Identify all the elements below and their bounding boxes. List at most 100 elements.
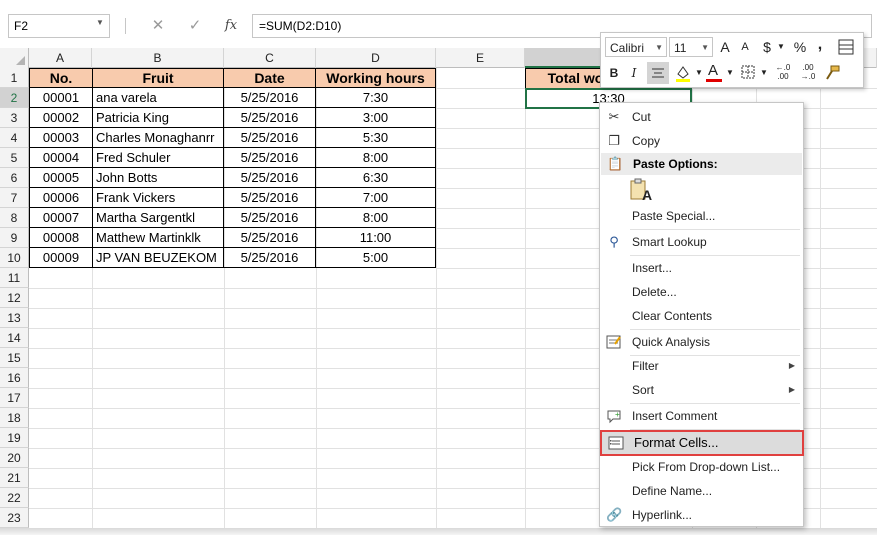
table-cell[interactable]: JP VAN BEUZEKOM bbox=[93, 248, 224, 268]
menu-item-clear-contents[interactable]: Clear Contents bbox=[600, 304, 803, 328]
chevron-down-icon[interactable]: ▼ bbox=[725, 63, 735, 83]
menu-item-quick-analysis[interactable]: Quick Analysis bbox=[600, 330, 803, 354]
table-cell[interactable]: 5/25/2016 bbox=[224, 208, 316, 228]
increase-decimal-icon[interactable]: ←.0 .00 bbox=[772, 63, 794, 83]
currency-icon[interactable]: $ bbox=[759, 37, 775, 57]
chevron-down-icon[interactable]: ▼ bbox=[759, 63, 769, 83]
chevron-down-icon[interactable]: ▼ bbox=[96, 18, 104, 27]
table-cell[interactable]: 00001 bbox=[29, 88, 93, 108]
row-header[interactable]: 10 bbox=[0, 248, 29, 268]
table-cell[interactable]: Frank Vickers bbox=[93, 188, 224, 208]
table-cell[interactable]: 5/25/2016 bbox=[224, 88, 316, 108]
table-cell[interactable]: 5/25/2016 bbox=[224, 108, 316, 128]
row-header[interactable]: 5 bbox=[0, 148, 29, 168]
table-cell[interactable]: 5/25/2016 bbox=[224, 188, 316, 208]
row-header[interactable]: 13 bbox=[0, 308, 29, 328]
row-header[interactable]: 15 bbox=[0, 348, 29, 368]
table-cell[interactable]: 5/25/2016 bbox=[224, 168, 316, 188]
row-header[interactable]: 9 bbox=[0, 228, 29, 248]
table-cell[interactable]: Martha Sargentkl bbox=[93, 208, 224, 228]
menu-item-cut[interactable]: ✂ Cut bbox=[600, 105, 803, 129]
fill-color-icon[interactable] bbox=[672, 62, 694, 84]
format-table-icon[interactable] bbox=[837, 38, 855, 56]
comma-style-icon[interactable]: , bbox=[813, 35, 827, 55]
column-header-e[interactable]: E bbox=[436, 48, 525, 68]
name-box[interactable]: F2 bbox=[8, 14, 110, 38]
table-cell[interactable]: 00004 bbox=[29, 148, 93, 168]
font-name-box[interactable]: Calibri ▼ bbox=[605, 37, 667, 57]
menu-item-paste-special[interactable]: Paste Special... bbox=[600, 204, 803, 228]
table-cell[interactable]: 00002 bbox=[29, 108, 93, 128]
table-cell[interactable]: 3:00 bbox=[316, 108, 436, 128]
table-cell[interactable]: 00008 bbox=[29, 228, 93, 248]
table-cell[interactable]: 5/25/2016 bbox=[224, 128, 316, 148]
row-header[interactable]: 2 bbox=[0, 88, 29, 108]
menu-item-insert-comment[interactable]: + Insert Comment bbox=[600, 404, 803, 428]
row-header[interactable]: 21 bbox=[0, 468, 29, 488]
table-header-cell[interactable]: Date bbox=[224, 68, 316, 88]
font-size-box[interactable]: 11 ▼ bbox=[669, 37, 713, 57]
menu-item-format-cells[interactable]: Format Cells... bbox=[600, 430, 804, 456]
table-cell[interactable]: 00007 bbox=[29, 208, 93, 228]
table-header-cell[interactable]: No. bbox=[29, 68, 93, 88]
menu-item-insert[interactable]: Insert... bbox=[600, 256, 803, 280]
table-cell[interactable]: Matthew Martinklk bbox=[93, 228, 224, 248]
bold-button[interactable]: B bbox=[605, 63, 623, 83]
row-header[interactable]: 11 bbox=[0, 268, 29, 288]
row-header[interactable]: 7 bbox=[0, 188, 29, 208]
paste-button[interactable]: A bbox=[628, 177, 658, 207]
row-header[interactable]: 19 bbox=[0, 428, 29, 448]
table-cell[interactable]: 11:00 bbox=[316, 228, 436, 248]
format-painter-icon[interactable] bbox=[821, 62, 843, 84]
table-cell[interactable]: John Botts bbox=[93, 168, 224, 188]
borders-icon[interactable] bbox=[738, 63, 758, 83]
column-header-b[interactable]: B bbox=[92, 48, 224, 68]
row-header[interactable]: 4 bbox=[0, 128, 29, 148]
column-header-a[interactable]: A bbox=[29, 48, 92, 68]
table-cell[interactable]: 00005 bbox=[29, 168, 93, 188]
row-header[interactable]: 6 bbox=[0, 168, 29, 188]
row-header[interactable]: 1 bbox=[0, 68, 29, 88]
percent-icon[interactable]: % bbox=[791, 37, 809, 57]
menu-item-copy[interactable]: ❐ Copy bbox=[600, 129, 803, 153]
select-all-corner[interactable] bbox=[0, 48, 29, 68]
menu-item-pick-from-list[interactable]: Pick From Drop-down List... bbox=[600, 455, 803, 479]
table-cell[interactable]: 7:30 bbox=[316, 88, 436, 108]
table-cell[interactable]: ana varela bbox=[93, 88, 224, 108]
align-center-icon[interactable] bbox=[647, 62, 669, 84]
table-cell[interactable]: 7:00 bbox=[316, 188, 436, 208]
row-header[interactable]: 8 bbox=[0, 208, 29, 228]
menu-item-delete[interactable]: Delete... bbox=[600, 280, 803, 304]
menu-item-smart-lookup[interactable]: ⚲ Smart Lookup bbox=[600, 230, 803, 254]
row-header[interactable]: 16 bbox=[0, 368, 29, 388]
row-header[interactable]: 22 bbox=[0, 488, 29, 508]
table-cell[interactable]: 5:00 bbox=[316, 248, 436, 268]
chevron-down-icon[interactable]: ▼ bbox=[776, 37, 786, 57]
table-cell[interactable]: 00006 bbox=[29, 188, 93, 208]
grow-font-icon[interactable]: A bbox=[716, 37, 734, 57]
decrease-decimal-icon[interactable]: .00 →.0 bbox=[797, 63, 819, 83]
table-cell[interactable]: Fred Schuler bbox=[93, 148, 224, 168]
menu-item-define-name[interactable]: Define Name... bbox=[600, 479, 803, 503]
table-cell[interactable]: Charles Monaghanrr bbox=[93, 128, 224, 148]
row-header[interactable]: 3 bbox=[0, 108, 29, 128]
row-header[interactable]: 12 bbox=[0, 288, 29, 308]
table-cell[interactable]: 5/25/2016 bbox=[224, 248, 316, 268]
row-header[interactable]: 18 bbox=[0, 408, 29, 428]
table-cell[interactable]: 00009 bbox=[29, 248, 93, 268]
table-cell[interactable]: 5:30 bbox=[316, 128, 436, 148]
table-header-cell[interactable]: Working hours bbox=[316, 68, 436, 88]
row-header[interactable]: 23 bbox=[0, 508, 29, 528]
cancel-icon[interactable]: ✕ bbox=[145, 14, 171, 38]
table-cell[interactable]: 00003 bbox=[29, 128, 93, 148]
insert-function-icon[interactable]: fx bbox=[218, 14, 244, 38]
menu-item-sort[interactable]: Sort ▶ bbox=[600, 378, 803, 402]
italic-button[interactable]: I bbox=[625, 63, 643, 83]
shrink-font-icon[interactable]: A bbox=[736, 37, 754, 57]
table-header-cell[interactable]: Fruit bbox=[93, 68, 224, 88]
enter-icon[interactable]: ✓ bbox=[182, 14, 208, 38]
menu-item-filter[interactable]: Filter ▶ bbox=[600, 354, 803, 378]
menu-item-hyperlink[interactable]: 🔗 Hyperlink... bbox=[600, 503, 803, 527]
table-cell[interactable]: 8:00 bbox=[316, 208, 436, 228]
row-header[interactable]: 14 bbox=[0, 328, 29, 348]
